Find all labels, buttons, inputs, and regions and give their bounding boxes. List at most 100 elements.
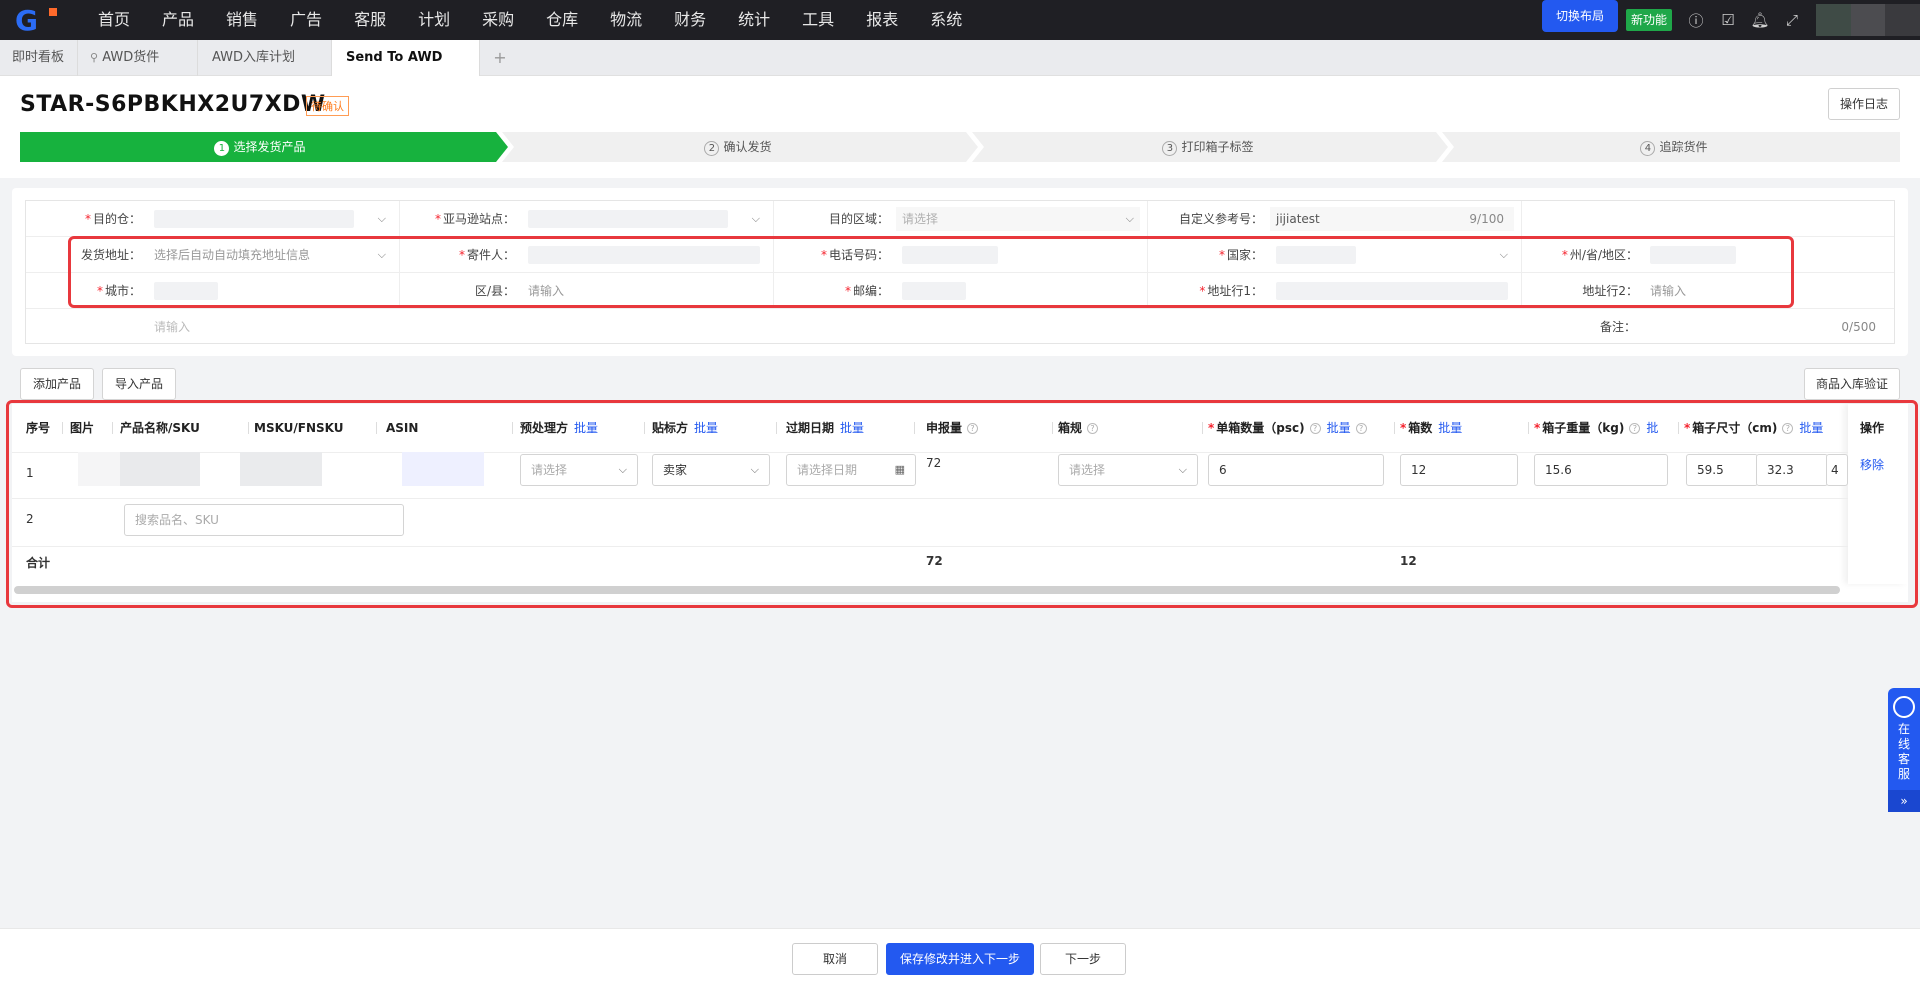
help-icon[interactable]: ? xyxy=(967,423,979,434)
table-horizontal-scrollbar[interactable] xyxy=(14,586,1840,594)
row1-per-box-input[interactable]: 6 xyxy=(1208,454,1384,486)
fullscreen-icon[interactable]: ⤢ xyxy=(1776,11,1808,29)
info-icon[interactable]: ⓘ xyxy=(1680,10,1712,31)
field-sender[interactable]: * 寄件人： xyxy=(400,237,774,273)
field-phone[interactable]: * 电话号码： xyxy=(774,237,1148,273)
switch-layout-button[interactable]: 切换布局 xyxy=(1541,0,1618,32)
country-select[interactable]: ⌵ xyxy=(1270,243,1514,267)
row1-width-input[interactable]: 32.3 xyxy=(1756,454,1828,486)
amazon-site-select[interactable]: ⌵ xyxy=(522,207,766,231)
field-country[interactable]: * 国家： ⌵ xyxy=(1148,237,1522,273)
tab-dashboard[interactable]: 即时看板 xyxy=(0,40,78,76)
row1-expiry-picker[interactable]: 请选择日期 ▦ xyxy=(786,454,916,486)
row1-box-spec-select[interactable]: 请选择 ⌵ xyxy=(1058,454,1198,486)
field-amazon-site[interactable]: * 亚马逊站点： ⌵ xyxy=(400,201,774,237)
row1-remove-link[interactable]: 移除 xyxy=(1860,456,1884,473)
help-icon[interactable]: ? xyxy=(1355,423,1367,434)
address-line1-input[interactable] xyxy=(1270,279,1514,303)
field-dest-region[interactable]: 目的区域： 请选择 ⌵ xyxy=(774,201,1148,237)
row1-boxes-input[interactable]: 12 xyxy=(1400,454,1518,486)
field-state[interactable]: * 州/省/地区： xyxy=(1522,237,1896,273)
row1-label-select[interactable]: 卖家 ⌵ xyxy=(652,454,770,486)
menu-item-tools[interactable]: 工具 xyxy=(786,0,850,40)
city-input[interactable] xyxy=(148,279,392,303)
prep-batch-link[interactable]: 批量 xyxy=(574,421,598,435)
address-line2-input[interactable]: 请输入 xyxy=(1644,279,1888,303)
page-title: STAR-S6PBKHX2U7XDW xyxy=(20,92,326,117)
row2-product-search[interactable]: 搜索品名、SKU xyxy=(124,504,404,536)
field-dest-warehouse[interactable]: * 目的仓： ⌵ xyxy=(26,201,400,237)
field-city[interactable]: * 城市： xyxy=(26,273,400,309)
step-confirm-shipping[interactable]: 2 确认发货 xyxy=(508,132,968,162)
import-product-button[interactable]: 导入产品 xyxy=(102,368,176,400)
district-input[interactable]: 请输入 xyxy=(522,279,766,303)
menu-item-system[interactable]: 系统 xyxy=(914,0,978,40)
field-district[interactable]: 区/县： 请输入 xyxy=(400,273,774,309)
add-product-button[interactable]: 添加产品 xyxy=(20,368,94,400)
save-and-next-button[interactable]: 保存修改并进入下一步 xyxy=(886,943,1034,975)
menu-item-finance[interactable]: 财务 xyxy=(658,0,722,40)
tab-send-to-awd[interactable]: Send To AWD xyxy=(332,40,480,76)
zip-input[interactable] xyxy=(896,279,1140,303)
menu-item-sales[interactable]: 销售 xyxy=(210,0,274,40)
todo-icon[interactable]: ☑ xyxy=(1712,11,1744,29)
menu-item-logistics[interactable]: 物流 xyxy=(594,0,658,40)
verify-inbound-button[interactable]: 商品入库验证 xyxy=(1804,368,1900,400)
collapse-icon[interactable]: » xyxy=(1888,790,1920,812)
menu-item-stats[interactable]: 统计 xyxy=(722,0,786,40)
row1-image xyxy=(78,452,120,486)
row1-prep-select[interactable]: 请选择 ⌵ xyxy=(520,454,638,486)
state-input[interactable] xyxy=(1644,243,1888,267)
remark-input[interactable]: 请输入 0/500 xyxy=(148,315,1886,339)
boxes-batch-link[interactable]: 批量 xyxy=(1438,421,1462,435)
online-service-widget[interactable]: 在线客服 » xyxy=(1888,688,1920,812)
field-address-line1[interactable]: * 地址行1： xyxy=(1148,273,1522,309)
menu-item-reports[interactable]: 报表 xyxy=(850,0,914,40)
row1-height-input[interactable]: 4 xyxy=(1826,454,1848,486)
cancel-button[interactable]: 取消 xyxy=(792,943,878,975)
field-ship-address[interactable]: 发货地址： 选择后自动自动填充地址信息 ⌵ xyxy=(26,237,400,273)
per-box-batch-link[interactable]: 批量 xyxy=(1327,421,1351,435)
help-icon[interactable]: ? xyxy=(1629,423,1641,434)
menu-item-purchase[interactable]: 采购 xyxy=(466,0,530,40)
help-icon[interactable]: ? xyxy=(1309,423,1321,434)
dest-warehouse-select[interactable]: ⌵ xyxy=(148,207,392,231)
menu-item-product[interactable]: 产品 xyxy=(146,0,210,40)
ship-address-select[interactable]: 选择后自动自动填充地址信息 ⌵ xyxy=(148,243,392,267)
shipment-form: * 目的仓： ⌵ * 亚马逊站点： ⌵ 目的区域： 请选择 ⌵ 自定义参考号： jij… xyxy=(25,200,1895,344)
menu-item-warehouse[interactable]: 仓库 xyxy=(530,0,594,40)
phone-input[interactable] xyxy=(896,243,1140,267)
field-custom-ref[interactable]: 自定义参考号： jijiatest 9/100 xyxy=(1148,201,1522,237)
step-select-products[interactable]: 1 选择发货产品 xyxy=(20,132,500,162)
operation-log-button[interactable]: 操作日志 xyxy=(1828,88,1900,120)
label-batch-link[interactable]: 批量 xyxy=(694,421,718,435)
add-tab-icon[interactable]: + xyxy=(480,40,520,75)
new-feature-badge[interactable]: 新功能 xyxy=(1625,9,1672,31)
bell-icon[interactable]: 🔔︎ xyxy=(1744,11,1776,29)
field-zip[interactable]: * 邮编： xyxy=(774,273,1148,309)
weight-batch-link[interactable]: 批 xyxy=(1646,421,1658,435)
step-print-box-labels[interactable]: 3 打印箱子标签 xyxy=(978,132,1438,162)
menu-item-ads[interactable]: 广告 xyxy=(274,0,338,40)
help-icon[interactable]: ? xyxy=(1782,423,1794,434)
col-boxes: * 箱数 批量 xyxy=(1400,421,1463,435)
row1-weight-input[interactable]: 15.6 xyxy=(1534,454,1668,486)
tab-awd-shipments[interactable]: ⚲ AWD货件 xyxy=(78,40,198,76)
expiry-batch-link[interactable]: 批量 xyxy=(840,421,864,435)
step-track-shipment[interactable]: 4 追踪货件 xyxy=(1448,132,1900,162)
field-address-line2[interactable]: 地址行2： 请输入 xyxy=(1522,273,1896,309)
help-icon[interactable]: ? xyxy=(1087,423,1099,434)
logo[interactable]: G xyxy=(0,0,60,40)
menu-item-home[interactable]: 首页 xyxy=(82,0,146,40)
row1-length-input[interactable]: 59.5 xyxy=(1686,454,1758,486)
dest-region-select[interactable]: 请选择 ⌵ xyxy=(896,207,1140,231)
size-batch-link[interactable]: 批量 xyxy=(1799,421,1823,435)
avatar[interactable] xyxy=(1816,4,1920,36)
tab-awd-inbound-plan[interactable]: AWD入库计划 xyxy=(198,40,332,76)
custom-ref-input[interactable]: jijiatest 9/100 xyxy=(1270,207,1514,231)
menu-item-service[interactable]: 客服 xyxy=(338,0,402,40)
next-button[interactable]: 下一步 xyxy=(1040,943,1126,975)
menu-item-plan[interactable]: 计划 xyxy=(402,0,466,40)
sender-input[interactable] xyxy=(522,243,766,267)
field-remark[interactable]: 备注： 请输入 0/500 xyxy=(26,309,1894,345)
